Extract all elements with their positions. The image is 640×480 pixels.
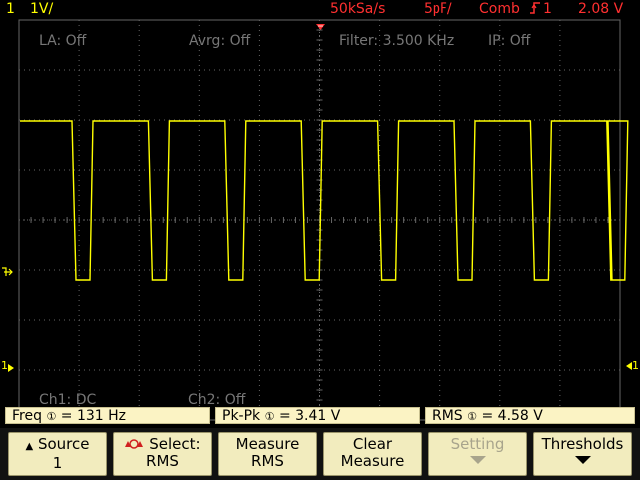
measurement-pkpk: Pk-Pk ① = 3.41 V (215, 407, 420, 424)
clear-measure-softkey[interactable]: Clear Measure (323, 432, 422, 476)
measurement-freq: Freq ① = 131 Hz (5, 407, 210, 424)
softkey-value: 1 (52, 454, 63, 472)
filter-status: Filter: 3.500 KHz (339, 33, 455, 49)
measurement-value: = 4.58 V (481, 408, 543, 424)
measurement-value: = 131 Hz (60, 408, 126, 424)
softkey-value: RMS (146, 452, 179, 470)
softkey-label: Measure (235, 435, 300, 453)
select-softkey[interactable]: Select: RMS (113, 432, 212, 476)
channel-1-trace (20, 120, 629, 281)
down-arrow-icon (429, 453, 526, 470)
measurement-rms: RMS ① = 4.58 V (425, 407, 635, 424)
ip-status: IP: Off (488, 33, 531, 49)
measurement-label: Pk-Pk (222, 408, 261, 424)
softkey-label: Clear (352, 435, 393, 453)
ch2-status: Ch2: Off (188, 392, 246, 408)
down-arrow-icon (534, 453, 631, 470)
trigger-level-marker-icon (1, 263, 13, 282)
la-status: LA: Off (39, 33, 87, 49)
measurement-label: Freq (12, 408, 42, 424)
softkey-label: Source (37, 435, 90, 453)
softkey-label: Thresholds (541, 435, 624, 453)
measurement-value: = 3.41 V (278, 408, 341, 424)
trigger-position-marker-icon (316, 18, 325, 37)
setting-softkey[interactable]: Setting (428, 432, 527, 476)
measurement-label: RMS (432, 408, 463, 424)
channel-1-icon: ① (264, 410, 275, 423)
channel-1-ground-marker: 1 (1, 360, 14, 372)
ground-marker-icon: 1 (626, 360, 639, 371)
softkey-label: Select: (149, 435, 201, 453)
channel-1-icon: ① (467, 410, 478, 423)
measure-rms-softkey[interactable]: Measure RMS (218, 432, 317, 476)
average-status: Avrg: Off (189, 33, 251, 49)
softkey-value: RMS (251, 452, 284, 470)
source-softkey[interactable]: ▲ Source 1 (8, 432, 107, 476)
ch1-coupling: Ch1: DC (39, 392, 97, 408)
softkey-label: Setting (450, 435, 505, 453)
up-triangle-icon: ▲ (25, 441, 34, 452)
channel-1-icon: ① (46, 410, 57, 423)
select-knob-icon (124, 435, 144, 453)
thresholds-softkey[interactable]: Thresholds (533, 432, 632, 476)
softkey-value: Measure (340, 452, 405, 470)
